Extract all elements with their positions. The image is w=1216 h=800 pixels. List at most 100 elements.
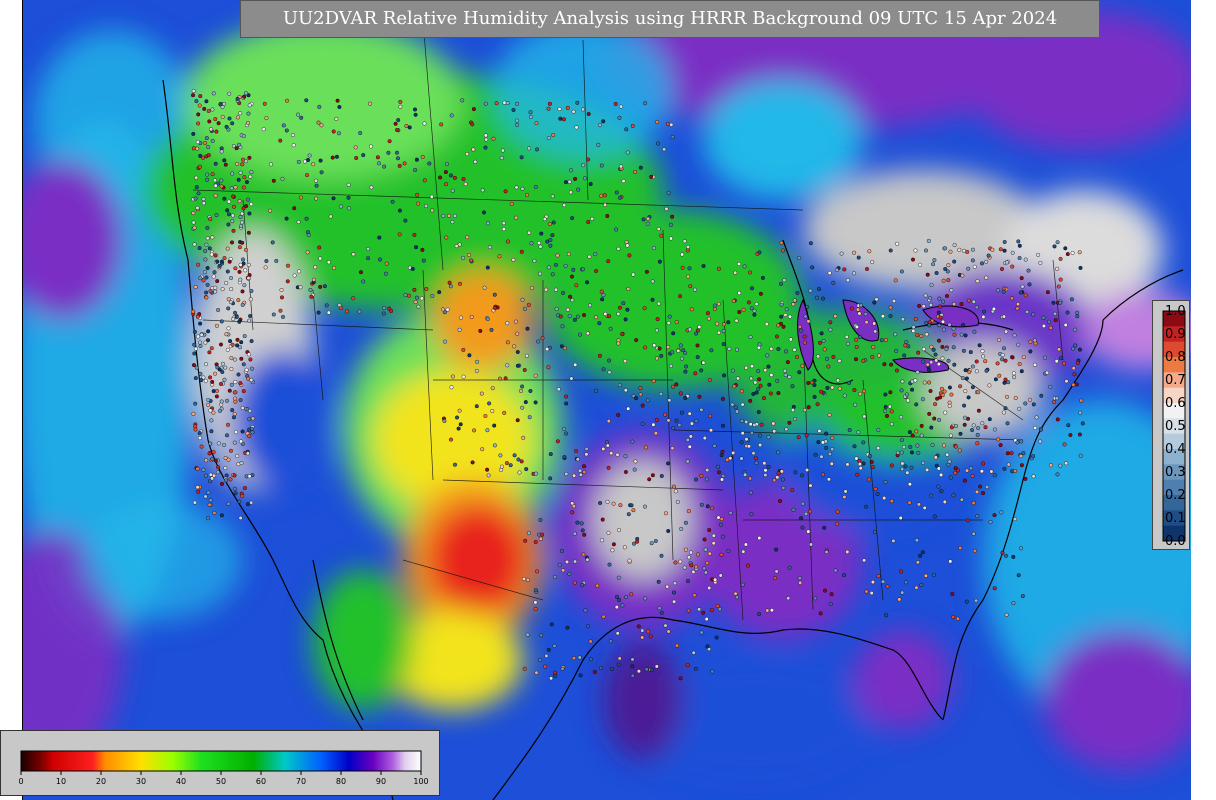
- observation-dot: [205, 172, 210, 177]
- observation-dot: [1072, 372, 1077, 377]
- observation-dot: [225, 269, 230, 274]
- observation-dot: [1019, 546, 1024, 551]
- observation-dot: [768, 391, 773, 396]
- observation-dot: [760, 275, 765, 280]
- observation-dot: [483, 145, 488, 150]
- observation-dot: [237, 319, 242, 324]
- observation-dot: [946, 263, 951, 268]
- observation-dot: [862, 558, 867, 563]
- observation-dot: [676, 348, 681, 353]
- observation-dot: [595, 583, 600, 588]
- observation-dot: [203, 248, 208, 253]
- observation-dot: [195, 314, 200, 319]
- observation-dot: [201, 201, 206, 206]
- observation-dot: [891, 538, 896, 543]
- observation-dot: [528, 389, 533, 394]
- observation-dot: [758, 383, 763, 388]
- observation-dot: [227, 259, 232, 264]
- observation-dot: [199, 332, 204, 337]
- observation-dot: [937, 417, 942, 422]
- observation-dot: [996, 337, 1001, 342]
- observation-dot: [861, 440, 866, 445]
- observation-dot: [1019, 463, 1024, 468]
- observation-dot: [944, 347, 949, 352]
- observation-dot: [619, 104, 624, 109]
- observation-dot: [939, 489, 944, 494]
- observation-dot: [704, 477, 709, 482]
- observation-dot: [744, 437, 749, 442]
- observation-dot: [842, 393, 847, 398]
- observation-dot: [585, 331, 590, 336]
- observation-dot: [748, 398, 753, 403]
- observation-dot: [337, 303, 342, 308]
- observation-dot: [1002, 239, 1007, 244]
- observation-dot: [1077, 432, 1082, 437]
- observation-dot: [824, 445, 829, 450]
- observation-dot: [707, 528, 712, 533]
- observation-dot: [631, 272, 636, 277]
- observation-dot: [933, 352, 938, 357]
- observation-dot: [520, 384, 525, 389]
- observation-dot: [1000, 267, 1005, 272]
- observation-dot: [772, 478, 777, 483]
- observation-dot: [635, 539, 640, 544]
- observation-dot: [784, 307, 789, 312]
- observation-dot: [675, 499, 680, 504]
- observation-dot: [204, 275, 209, 280]
- observation-dot: [238, 170, 243, 175]
- observation-dot: [296, 112, 301, 117]
- observation-dot: [381, 311, 386, 316]
- observation-dot: [469, 258, 474, 263]
- observation-dot: [217, 408, 222, 413]
- legend-label: 0.7: [1165, 373, 1186, 388]
- observation-dot: [369, 185, 374, 190]
- observation-dot: [711, 541, 716, 546]
- observation-dot: [740, 582, 745, 587]
- observation-dot: [416, 201, 421, 206]
- observation-dot: [544, 287, 549, 292]
- observation-dot: [234, 430, 239, 435]
- observation-dot: [546, 647, 551, 652]
- observation-dot: [317, 245, 322, 250]
- observation-dot: [758, 433, 763, 438]
- observation-dot: [475, 359, 480, 364]
- observation-dot: [511, 107, 516, 112]
- observation-dot: [680, 252, 685, 257]
- observation-dot: [746, 563, 751, 568]
- observation-dot: [202, 270, 207, 275]
- observation-dot: [442, 419, 447, 424]
- observation-dot: [292, 273, 297, 278]
- observation-dot: [911, 328, 916, 333]
- observation-dot: [521, 435, 526, 440]
- observation-dot: [206, 329, 211, 334]
- observation-dot: [230, 408, 235, 413]
- observation-dot: [717, 470, 722, 475]
- observation-dot: [793, 470, 798, 475]
- observation-dot: [618, 195, 623, 200]
- observation-dot: [193, 285, 198, 290]
- observation-dot: [858, 466, 863, 471]
- observation-dot: [223, 466, 228, 471]
- observation-dot: [196, 121, 201, 126]
- observation-dot: [516, 457, 521, 462]
- observation-dot: [547, 221, 552, 226]
- observation-dot: [215, 259, 220, 264]
- observation-dot: [549, 676, 554, 681]
- observation-dot: [854, 357, 859, 362]
- observation-dot: [548, 452, 553, 457]
- observation-dot: [1017, 256, 1022, 261]
- observation-dot: [575, 520, 580, 525]
- observation-dot: [657, 346, 662, 351]
- observation-dot: [894, 368, 899, 373]
- observation-dot: [590, 216, 595, 221]
- observation-dot: [678, 294, 683, 299]
- observation-dot: [797, 256, 802, 261]
- observation-dot: [740, 402, 745, 407]
- observation-dot: [416, 304, 421, 309]
- observation-dot: [672, 590, 677, 595]
- observation-dot: [996, 288, 1001, 293]
- observation-dot: [899, 388, 904, 393]
- observation-dot: [213, 161, 218, 166]
- observation-dot: [919, 433, 924, 438]
- observation-dot: [802, 340, 807, 345]
